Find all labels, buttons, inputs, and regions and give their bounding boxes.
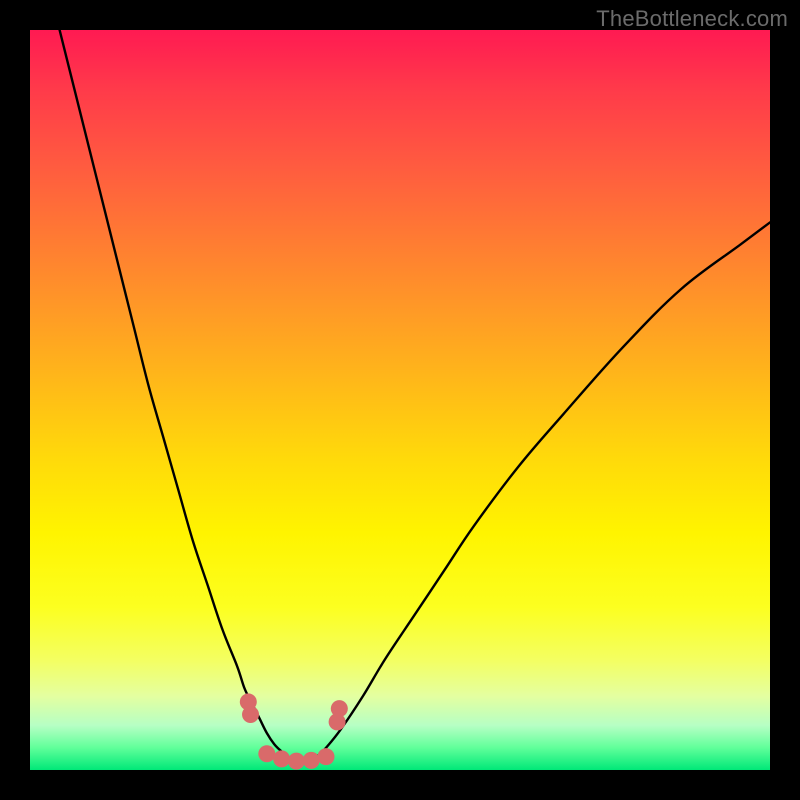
valley-dot — [258, 745, 275, 762]
valley-dot — [288, 753, 305, 770]
valley-dot — [318, 748, 335, 765]
valley-dots — [240, 693, 348, 769]
valley-dot — [331, 700, 348, 717]
chart-frame: TheBottleneck.com — [0, 0, 800, 800]
curve-svg — [30, 30, 770, 770]
valley-dot — [273, 750, 290, 767]
valley-dot — [303, 752, 320, 769]
valley-dot — [242, 706, 259, 723]
watermark-text: TheBottleneck.com — [596, 6, 788, 32]
plot-area — [30, 30, 770, 770]
left-curve — [60, 30, 304, 763]
right-curve — [304, 222, 770, 762]
